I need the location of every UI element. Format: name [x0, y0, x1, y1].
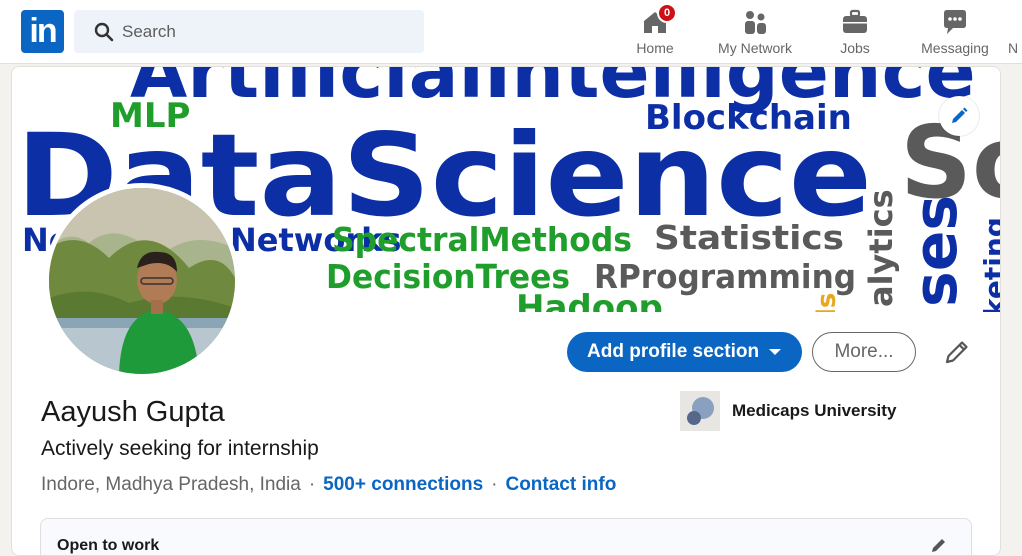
university-logo [680, 391, 720, 431]
nav-jobs[interactable]: Jobs [825, 0, 885, 64]
profile-card: ArtificialIntelligence MLP Blockchain Da… [11, 66, 1001, 556]
open-to-work-box[interactable]: Open to work [40, 518, 972, 555]
nav-home[interactable]: 0 Home [625, 0, 685, 64]
notification-badge: 0 [657, 3, 677, 23]
linkedin-logo[interactable]: in [21, 10, 64, 53]
pencil-icon[interactable] [929, 535, 949, 555]
edit-intro-pencil-icon[interactable] [940, 335, 974, 369]
banner-word: Hadoop [516, 288, 663, 312]
nav-my-network-label: My Network [718, 40, 792, 56]
banner-word: Statistics [654, 218, 844, 257]
add-profile-section-label: Add profile section [587, 341, 760, 362]
connections-link[interactable]: 500+ connections [323, 474, 483, 495]
nav-messaging[interactable]: Messaging [915, 0, 995, 64]
briefcase-icon [843, 9, 867, 33]
nav-home-label: Home [636, 40, 674, 56]
more-button[interactable]: More... [812, 332, 916, 372]
contact-info-link[interactable]: Contact info [505, 474, 616, 495]
add-profile-section-button[interactable]: Add profile section [567, 332, 802, 372]
banner-word: alytics [862, 189, 900, 307]
search-bar[interactable] [74, 10, 424, 53]
caret-down-icon [769, 349, 781, 355]
nav-notifications-label: N [1008, 40, 1019, 56]
profile-location: Indore, Madhya Pradesh, India [41, 474, 301, 495]
banner-word: SpectralMethods [332, 220, 632, 259]
chat-icon [944, 10, 966, 34]
top-navigation-bar: in 0 Home My Network Jobs [0, 0, 1022, 64]
profile-photo-image [49, 188, 235, 374]
profile-meta: Indore, Madhya Pradesh, India · 500+ conne… [41, 474, 617, 495]
search-icon [94, 22, 114, 42]
pencil-icon [952, 107, 968, 123]
university-name: Medicaps University [732, 401, 897, 420]
banner-word: ses [901, 195, 971, 307]
profile-name: Aayush Gupta [41, 396, 225, 428]
banner-word: ls [812, 293, 842, 312]
nav-jobs-label: Jobs [840, 40, 870, 56]
banner-word: keting [978, 217, 1001, 312]
nav-my-network[interactable]: My Network [705, 0, 805, 64]
profile-headline: Actively seeking for internship [41, 437, 319, 460]
profile-photo[interactable] [44, 183, 240, 379]
open-to-work-label: Open to work [57, 537, 160, 554]
people-icon [745, 11, 766, 34]
edit-banner-button[interactable] [939, 96, 979, 136]
search-input[interactable] [122, 10, 412, 53]
nav-messaging-label: Messaging [921, 40, 989, 56]
nav-notifications[interactable]: N [1008, 0, 1022, 64]
